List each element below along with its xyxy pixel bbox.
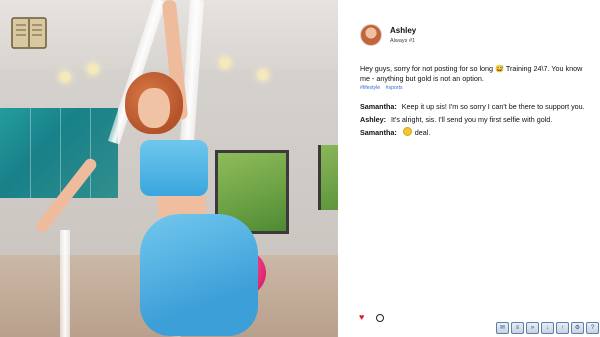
- comment-text: Keep it up sis! I'm so sorry I can't be …: [401, 102, 585, 111]
- comment-text: deal.: [414, 128, 431, 137]
- avatar: [360, 24, 382, 46]
- ceiling-light: [220, 58, 230, 68]
- smile-emoji-icon: [402, 127, 412, 136]
- post-tags: #lifestyle #sports: [360, 85, 407, 91]
- comment: Samantha: deal.: [360, 127, 592, 139]
- like-heart-icon[interactable]: ♥: [359, 312, 364, 322]
- post-photo: [0, 0, 338, 337]
- figure-top: [140, 140, 208, 196]
- comment-bubble-icon[interactable]: [376, 314, 384, 322]
- quick-menu: ✉ ≡ » ↓ ↑ ⚙ ? □: [496, 322, 600, 334]
- comment: Ashley: It's alright, sis. I'll send you…: [360, 115, 592, 126]
- aerial-silk: [60, 230, 70, 337]
- save-icon[interactable]: ↓: [541, 322, 554, 334]
- comment-text: It's alright, sis. I'll send you my firs…: [390, 114, 553, 124]
- game-screen: Ashley Always #1 Hey guys, sorry for not…: [0, 0, 600, 337]
- post-subtitle: Always #1: [390, 38, 416, 44]
- comment-author: Samantha:: [360, 102, 397, 111]
- settings-icon[interactable]: ⚙: [571, 322, 584, 334]
- skip-icon[interactable]: »: [526, 322, 539, 334]
- ceiling-light: [88, 64, 98, 74]
- post-panel: Ashley Always #1 Hey guys, sorry for not…: [338, 0, 600, 337]
- list-icon[interactable]: ≡: [511, 322, 524, 334]
- load-icon[interactable]: ↑: [556, 322, 569, 334]
- help-icon[interactable]: ?: [586, 322, 599, 334]
- window-right: [318, 145, 338, 210]
- post-author: Ashley: [390, 26, 417, 35]
- post-text: Hey guys, sorry for not posting for so l…: [360, 64, 583, 83]
- chat-icon[interactable]: ✉: [496, 322, 509, 334]
- figure-face: [138, 88, 170, 128]
- comment-author: Ashley:: [360, 114, 386, 124]
- window-left: [0, 108, 118, 198]
- ceiling-light: [258, 70, 268, 80]
- comment-list: Samantha: Keep it up sis! I'm so sorry I…: [360, 102, 592, 141]
- comment: Samantha: Keep it up sis! I'm so sorry I…: [360, 102, 592, 113]
- menu-book-icon[interactable]: [9, 13, 49, 53]
- figure-legs: [140, 214, 258, 336]
- comment-author: Samantha:: [360, 128, 397, 137]
- tag[interactable]: #sports: [386, 85, 403, 91]
- tag[interactable]: #lifestyle: [360, 85, 380, 91]
- ceiling-light: [60, 72, 70, 82]
